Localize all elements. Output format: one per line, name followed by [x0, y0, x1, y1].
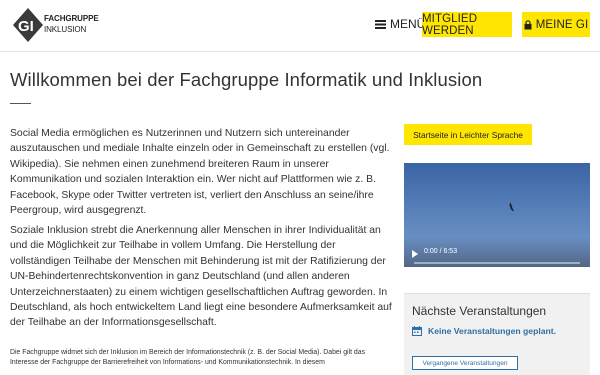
meine-gi-label: MEINE GI	[535, 18, 589, 31]
video-controls: 0:00 / 6:53	[404, 237, 590, 267]
events-panel: Nächste Veranstaltungen Keine Veranstalt…	[404, 293, 590, 375]
lock-icon	[524, 19, 532, 29]
inclusion-paragraph: Soziale Inklusion strebt die Anerkennung…	[10, 225, 392, 329]
intro-paragraph: Social Media ermöglichen es Nutzerinnen …	[10, 128, 390, 217]
video-progress-bar[interactable]	[414, 262, 580, 264]
video-frame-bird	[508, 201, 518, 212]
easy-language-label: Startseite in Leichter Sprache	[413, 129, 523, 140]
menu-icon	[375, 19, 386, 29]
play-icon[interactable]	[412, 250, 418, 258]
logo-line1: FACHGRUPPE	[44, 14, 99, 23]
meine-gi-button[interactable]: MEINE GI	[522, 12, 590, 37]
menu-button[interactable]: MENÜ	[375, 17, 425, 31]
past-events-button[interactable]: Vergangene Veranstaltungen	[412, 356, 518, 370]
gi-logo-icon: GI	[13, 8, 43, 42]
events-title: Nächste Veranstaltungen	[412, 304, 547, 318]
title-divider	[10, 103, 31, 104]
logo-line2: INKLUSION	[44, 25, 87, 34]
gi-logo[interactable]: GI FACHGRUPPE INKLUSION	[13, 8, 113, 42]
no-events-message: Keine Veranstaltungen geplant.	[412, 326, 556, 336]
become-member-label: MITGLIED WERDEN	[422, 12, 478, 37]
easy-language-button[interactable]: Startseite in Leichter Sprache	[404, 124, 532, 145]
logo-text: FACHGRUPPE INKLUSION	[44, 13, 99, 35]
past-events-label: Vergangene Veranstaltungen	[422, 359, 508, 367]
video-time: 0:00 / 6:53	[424, 248, 458, 255]
site-header: GI FACHGRUPPE INKLUSION MENÜ MITGLIED WE…	[0, 0, 600, 52]
svg-text:GI: GI	[18, 18, 34, 35]
no-events-text: Keine Veranstaltungen geplant.	[428, 326, 556, 336]
menu-label: MENÜ	[390, 17, 426, 31]
page-title: Willkommen bei der Fachgruppe Informatik…	[10, 69, 483, 90]
become-member-button[interactable]: MITGLIED WERDEN	[422, 12, 512, 37]
fachgruppe-paragraph: Die Fachgruppe widmet sich der Inklusion…	[10, 349, 366, 366]
video-player[interactable]: 0:00 / 6:53	[404, 163, 590, 267]
calendar-icon	[412, 326, 422, 336]
